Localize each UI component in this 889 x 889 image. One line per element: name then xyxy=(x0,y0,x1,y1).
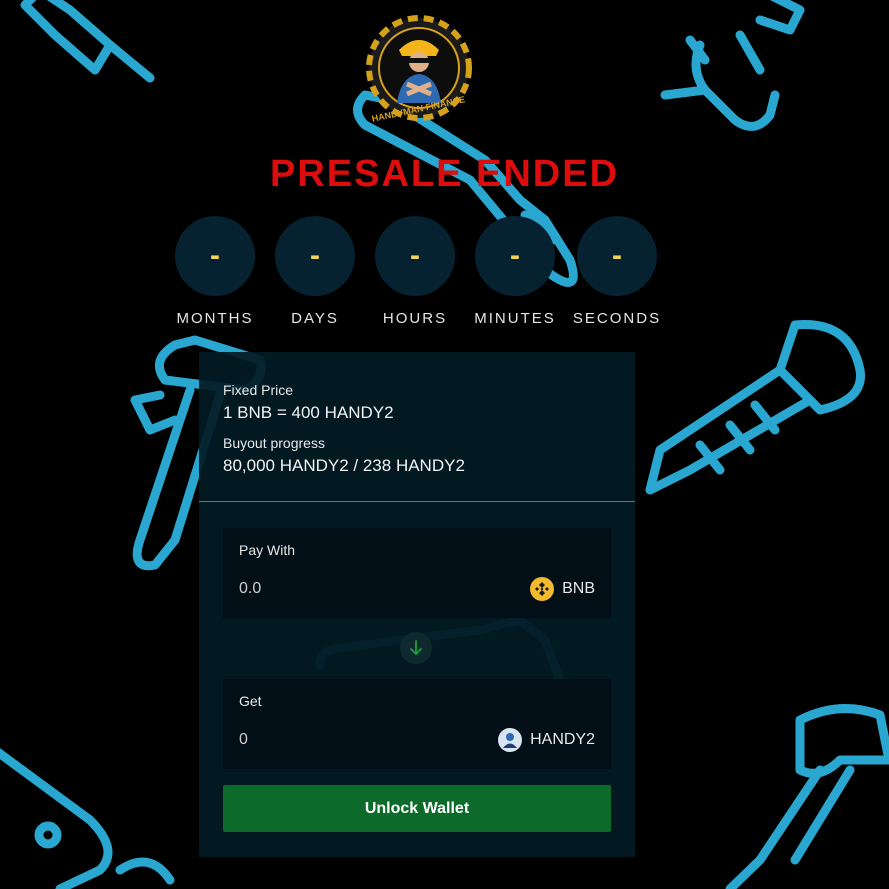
swap-direction-button[interactable] xyxy=(400,632,432,664)
countdown-minutes: - xyxy=(475,216,555,296)
screw-graphic xyxy=(645,320,865,495)
hammer-graphic xyxy=(725,704,889,889)
get-amount-input[interactable] xyxy=(239,731,439,749)
pay-amount-input[interactable] xyxy=(239,580,439,598)
buyout-progress-label: Buyout progress xyxy=(223,435,325,451)
handy2-icon xyxy=(498,728,523,752)
fixed-price-label: Fixed Price xyxy=(223,382,294,398)
countdown-days: - xyxy=(275,216,355,296)
buyout-progress-value: 80,000 HANDY2 / 238 HANDY2 xyxy=(223,456,465,475)
get-label: Get xyxy=(239,693,262,709)
countdown-months: - xyxy=(175,216,255,296)
countdown-label-seconds: SECONDS xyxy=(572,310,662,327)
get-token-name: HANDY2 xyxy=(530,731,595,748)
handyman-finance-logo: HANDYMAN FINANCE xyxy=(366,15,472,124)
pay-token-selector[interactable]: BNB xyxy=(530,577,595,601)
pliers-graphic xyxy=(0,748,175,889)
pay-with-box: Pay With BNB xyxy=(223,528,611,618)
countdown-label-months: MONTHS xyxy=(176,310,254,327)
countdown-label-days: DAYS xyxy=(291,310,339,327)
presale-info: Fixed Price 1 BNB = 400 HANDY2 Buyout pr… xyxy=(223,382,465,476)
countdown-hours: - xyxy=(375,216,455,296)
glove-graphic xyxy=(660,0,805,131)
get-box: Get HANDY2 xyxy=(223,679,611,769)
unlock-wallet-button[interactable]: Unlock Wallet xyxy=(223,785,611,832)
countdown-seconds: - xyxy=(577,216,657,296)
arrow-down-icon xyxy=(410,640,422,655)
get-token-selector[interactable]: HANDY2 xyxy=(498,728,595,752)
fixed-price-value: 1 BNB = 400 HANDY2 xyxy=(223,403,394,422)
countdown-label-hours: HOURS xyxy=(382,310,448,327)
presale-panel: Fixed Price 1 BNB = 400 HANDY2 Buyout pr… xyxy=(199,352,635,857)
pay-token-name: BNB xyxy=(562,580,595,597)
bnb-icon xyxy=(530,577,555,601)
pay-with-label: Pay With xyxy=(239,542,296,558)
screwdriver-graphic xyxy=(20,0,155,83)
presale-status-title: PRESALE ENDED xyxy=(269,153,620,195)
panel-divider xyxy=(199,501,635,502)
countdown-label-minutes: MINUTES xyxy=(474,310,556,327)
